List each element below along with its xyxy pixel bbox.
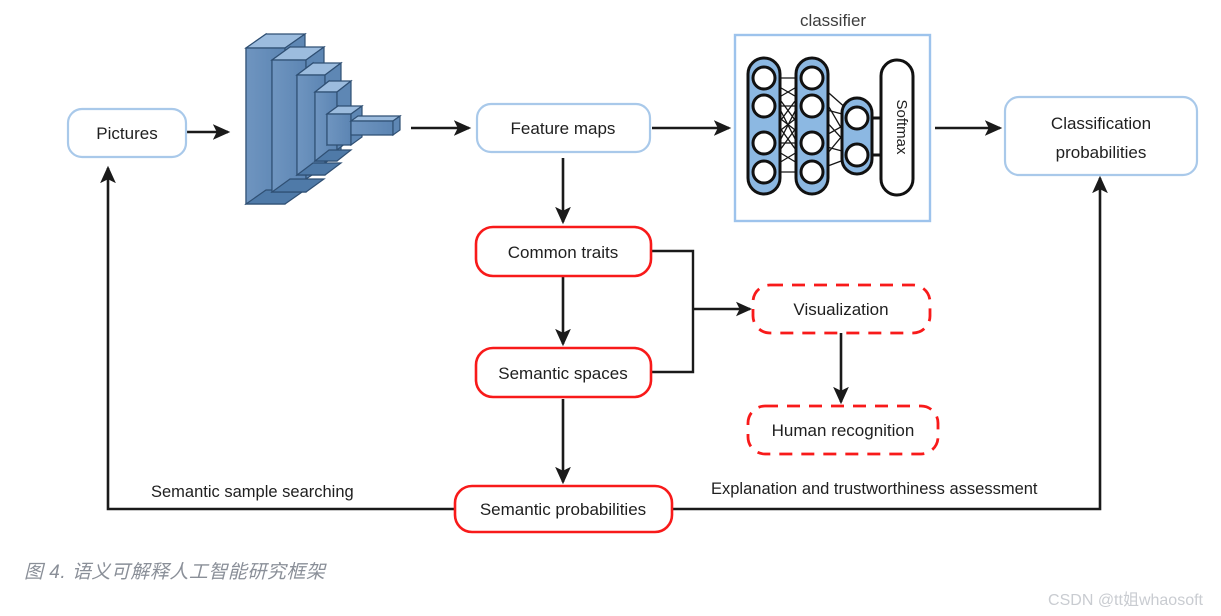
figure-caption: 图 4. 语义可解释人工智能研究框架 [24,562,326,583]
node-semantic-probabilities[interactable]: Semantic probabilities [453,484,674,534]
node-human-recognition[interactable]: Human recognition [746,404,940,456]
node-semantic-spaces-label: Semantic spaces [498,364,627,383]
node-common-traits[interactable]: Common traits [474,225,653,278]
edge-label-explanation-assessment: Explanation and trustworthiness assessme… [711,480,1038,498]
node-pictures[interactable]: Pictures [66,107,188,159]
node-classification-probabilities-label-line1: Classification [1051,114,1151,133]
classifier-group: classifier Softmax [733,11,932,223]
node-pictures-label: Pictures [96,124,157,143]
node-semantic-probabilities-label: Semantic probabilities [480,500,646,519]
node-classification-probabilities[interactable]: Classification probabilities [1003,95,1199,177]
nn-layer-1 [746,56,782,196]
framework-diagram: classifier Softmax Pictures Feature maps… [66,11,1199,534]
node-visualization-label: Visualization [793,300,888,319]
edge-feedback-right [672,175,1108,511]
cnn-illustration [244,32,402,206]
edge-merge-bracket [652,249,695,374]
softmax-label: Softmax [893,99,910,155]
cnn-rod [349,114,402,137]
watermark: CSDN @tt姐whaosoft [1048,592,1203,609]
node-semantic-spaces[interactable]: Semantic spaces [474,346,653,399]
node-classification-probabilities-label-line2: probabilities [1056,143,1147,162]
edge-feedback-left [100,165,455,511]
node-visualization[interactable]: Visualization [751,283,932,335]
node-common-traits-label: Common traits [508,243,619,262]
nn-layer-2 [794,56,830,196]
node-feature-maps[interactable]: Feature maps [475,102,652,154]
node-human-recognition-label: Human recognition [772,421,915,440]
classifier-title: classifier [800,11,866,30]
nn-layer-3 [840,96,874,176]
edge-label-semantic-sample-searching: Semantic sample searching [151,483,354,501]
node-feature-maps-label: Feature maps [511,119,616,138]
softmax-block: Softmax [879,58,915,197]
